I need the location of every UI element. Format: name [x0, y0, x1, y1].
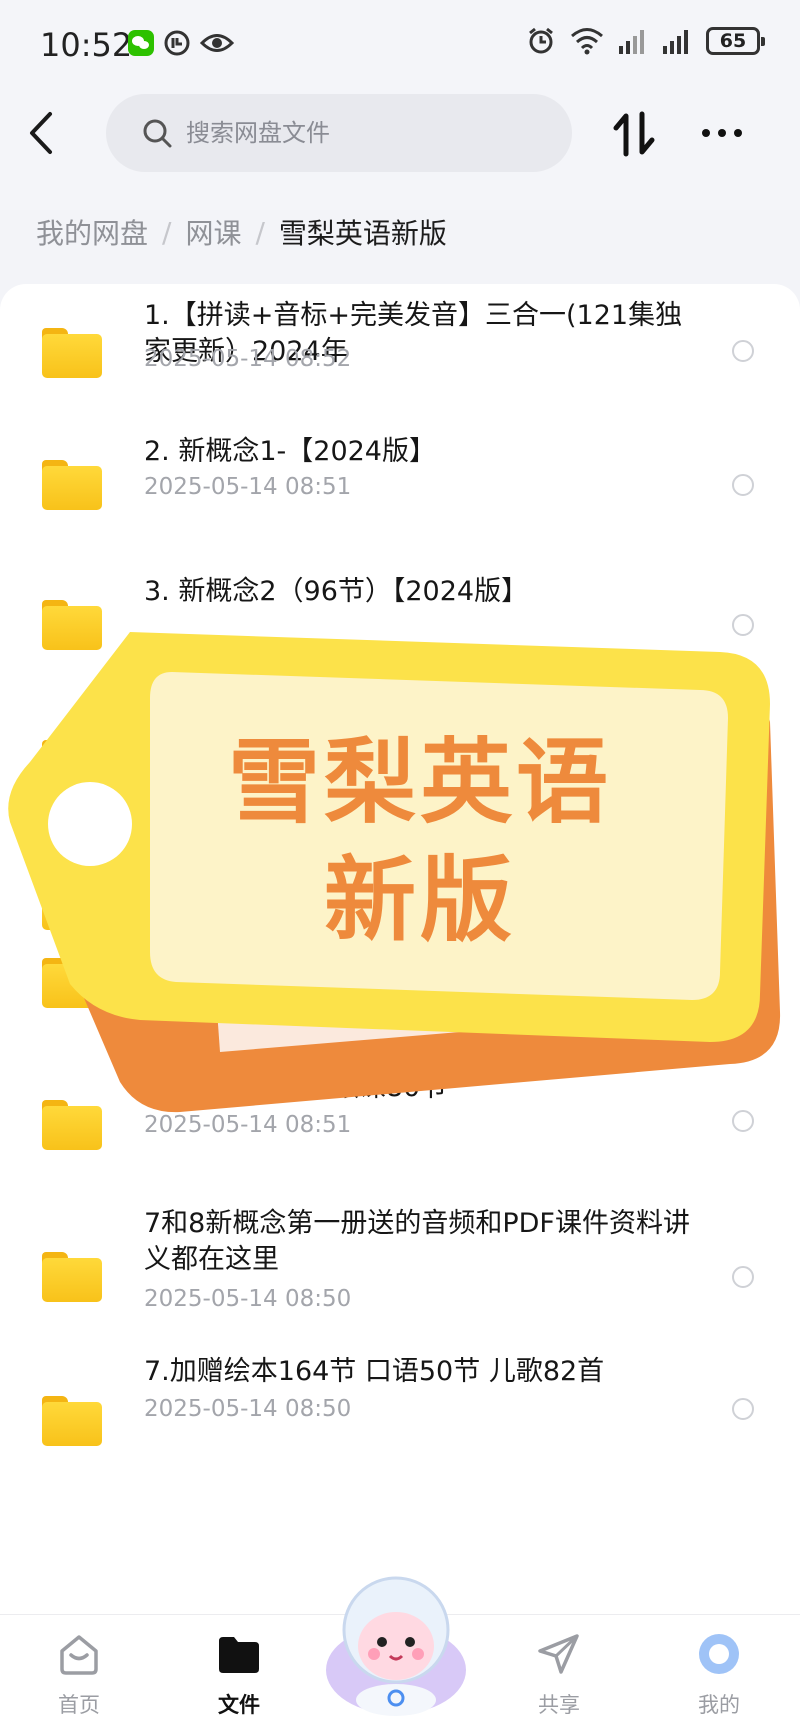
status-bar: 10:52 65 — [0, 0, 800, 90]
back-button[interactable] — [22, 108, 72, 168]
assistant-mascot-icon — [326, 1576, 466, 1716]
file-name: 7和8新概念第一册送的音频和PDF课件资料讲义都在这里 — [144, 1208, 690, 1275]
select-checkbox[interactable] — [732, 754, 754, 776]
folder-icon — [42, 600, 102, 650]
file-date: 2025-05-14 08:50 — [144, 1396, 352, 1422]
file-row[interactable]: 3. 新概念2（96节）【2024版】 — [0, 564, 800, 704]
select-checkbox[interactable] — [732, 1266, 754, 1288]
sort-button[interactable] — [612, 108, 656, 160]
breadcrumb-courses[interactable]: 网课 — [185, 212, 241, 252]
file-name: 2. 新概念1-【2024版】 — [144, 436, 436, 467]
file-row[interactable]: 7和8新概念第一册送的音频和PDF课件资料讲义都在这里 2025-05-14 0… — [0, 1200, 800, 1354]
select-checkbox[interactable] — [732, 894, 754, 916]
wifi-icon — [571, 28, 603, 55]
top-bar — [0, 90, 800, 210]
chevron-left-icon — [30, 112, 52, 154]
file-date: 2025-05-14 08:51 — [144, 1112, 352, 1138]
search-bar[interactable] — [106, 94, 572, 172]
file-name: 6.雪梨高频词视频课80节 — [144, 1072, 448, 1103]
file-row[interactable] — [0, 704, 800, 844]
file-row[interactable]: 2025-05-14 — [0, 920, 800, 1060]
file-name: 7.加赠绘本164节 口语50节 儿歌82首 — [144, 1356, 605, 1387]
send-icon — [538, 1634, 579, 1674]
select-checkbox[interactable] — [732, 614, 754, 636]
select-checkbox[interactable] — [732, 1398, 754, 1420]
select-checkbox[interactable] — [732, 970, 754, 992]
nav-mine-label: 我的 — [698, 1693, 740, 1717]
alarm-icon — [529, 27, 553, 54]
home-icon — [60, 1635, 98, 1675]
folder-icon — [42, 958, 102, 1008]
file-date: 2025-05-14 08:51 — [144, 474, 352, 500]
signal-icon — [619, 30, 644, 54]
file-date: 2025-05-14 08:50 — [144, 1286, 352, 1312]
file-row[interactable]: 7.加赠绘本164节 口语50节 儿歌82首 2025-05-14 08:50 — [0, 1354, 800, 1494]
nav-share-label: 共享 — [538, 1693, 580, 1717]
folder-icon — [42, 460, 102, 510]
breadcrumb-current: 雪梨英语新版 — [278, 217, 447, 250]
breadcrumb-separator: / — [162, 215, 172, 249]
nav-files-label: 文件 — [218, 1693, 260, 1717]
file-row[interactable]: 2. 新概念1-【2024版】 2025-05-14 08:51 — [0, 424, 800, 564]
signal-icon-2 — [663, 30, 688, 54]
breadcrumb-separator: / — [255, 215, 265, 249]
profile-icon — [699, 1634, 739, 1674]
nav-mine[interactable]: 我的 — [664, 1629, 774, 1719]
select-checkbox[interactable] — [732, 1110, 754, 1132]
select-checkbox[interactable] — [732, 340, 754, 362]
search-icon — [143, 119, 172, 148]
more-icon — [702, 129, 742, 137]
file-date: 2025-05-14 08:52 — [144, 346, 352, 372]
folder-icon — [42, 1252, 102, 1302]
more-button[interactable] — [700, 118, 744, 148]
breadcrumb-my-drive[interactable]: 我的网盘 — [36, 212, 148, 252]
file-date: 2025-05-14 — [144, 972, 278, 998]
status-time: 10:52 — [40, 26, 133, 64]
folder-icon — [42, 740, 102, 790]
sort-icon — [613, 111, 655, 157]
nav-home-label: 首页 — [58, 1693, 100, 1717]
folder-icon — [219, 1637, 259, 1673]
select-checkbox[interactable] — [732, 474, 754, 496]
folder-icon — [42, 1100, 102, 1150]
file-name: 3. 新概念2（96节）【2024版】 — [144, 576, 529, 607]
eye-icon — [200, 34, 234, 52]
search-input[interactable] — [186, 119, 546, 147]
ai-assistant-button[interactable] — [322, 1560, 470, 1720]
data-saver-icon — [164, 30, 190, 56]
file-row[interactable]: 1.【拼读+音标+完美发音】三合一(121集独家更新）2024年 2025-05… — [0, 284, 800, 424]
folder-icon — [42, 1396, 102, 1446]
status-notification-icons — [128, 30, 234, 56]
file-row[interactable]: 6.雪梨高频词视频课80节 2025-05-14 08:51 — [0, 1060, 800, 1200]
status-system-icons: 65 — [526, 26, 765, 56]
file-list: 1.【拼读+音标+完美发音】三合一(121集独家更新）2024年 2025-05… — [0, 284, 800, 1614]
folder-icon — [42, 328, 102, 378]
wechat-icon — [128, 30, 154, 56]
breadcrumb: 我的网盘 / 网课 / 雪梨英语新版 — [36, 212, 447, 252]
battery-indicator: 65 — [706, 27, 765, 55]
nav-share[interactable]: 共享 — [504, 1629, 614, 1719]
nav-home[interactable]: 首页 — [24, 1629, 134, 1719]
nav-files[interactable]: 文件 — [184, 1629, 294, 1719]
